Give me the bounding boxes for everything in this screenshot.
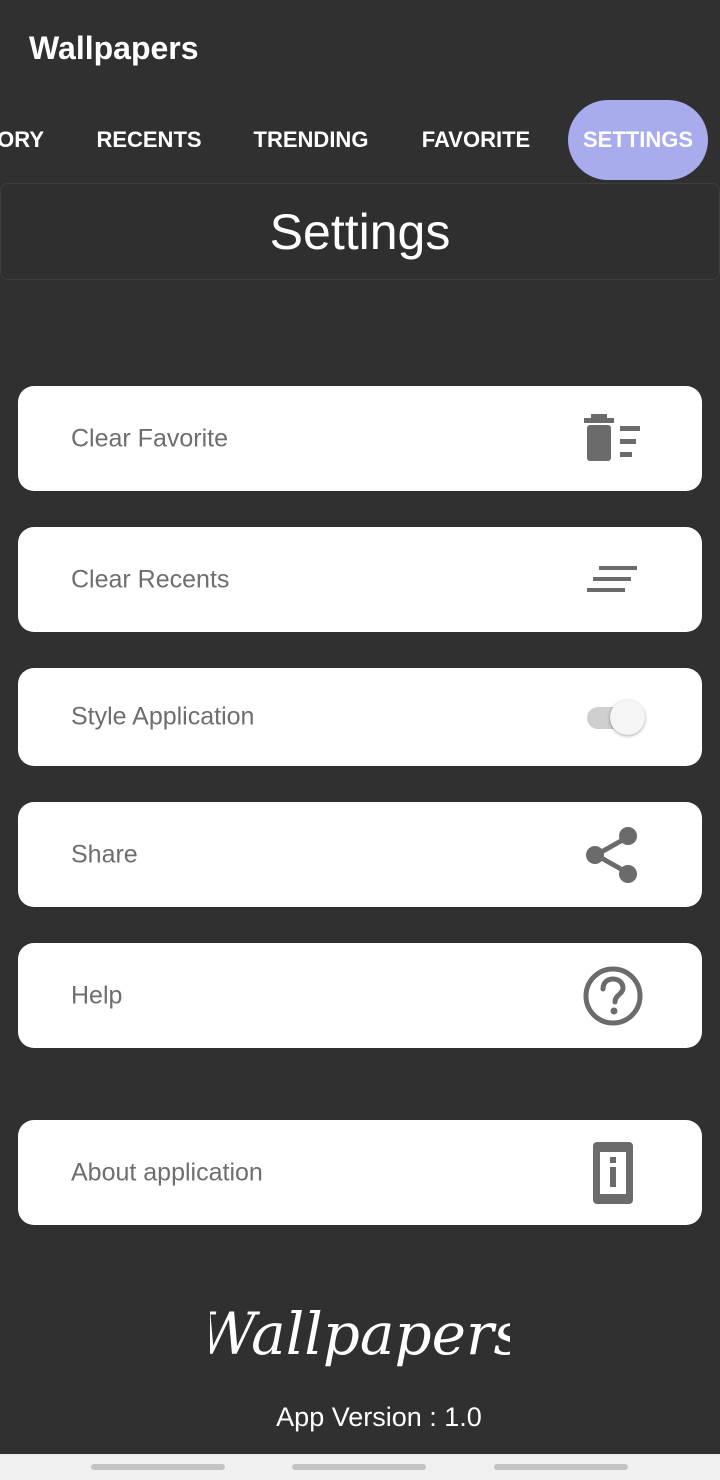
wallpapers-logo-art: Wallpapers [197,1300,524,1368]
help-button[interactable]: Help [18,943,702,1048]
tab-category[interactable]: ORY [0,100,44,180]
wallpapers-logo: Wallpapers [0,1290,720,1385]
about-application-button[interactable]: About application [18,1120,702,1225]
tab-bar: ORY RECENTS TRENDING FAVORITE SETTINGS [0,100,720,180]
style-application-label: Style Application [71,702,255,731]
tab-settings[interactable]: SETTINGS [568,100,708,180]
system-nav-bar [0,1454,720,1480]
app-title: Wallpapers [29,30,199,66]
style-application-toggle[interactable] [583,697,647,737]
about-application-label: About application [71,1158,263,1186]
clear-all-icon [580,547,646,613]
clear-favorite-label: Clear Favorite [71,424,228,452]
share-label: Share [71,840,138,868]
style-application-row: Style Application [18,668,702,766]
clear-recents-button[interactable]: Clear Recents [18,527,702,632]
svg-text:Wallpapers: Wallpapers [210,1300,510,1368]
page-title: Settings [269,203,451,260]
share-icon [580,822,646,888]
nav-back-handle[interactable] [91,1464,225,1470]
toggle-thumb [610,700,645,735]
clear-recents-label: Clear Recents [71,565,230,593]
tab-trending[interactable]: TRENDING [240,100,382,180]
help-circle-icon [580,963,646,1029]
share-button[interactable]: Share [18,802,702,907]
tab-recents[interactable]: RECENTS [84,100,214,180]
tab-favorite[interactable]: FAVORITE [408,100,544,180]
info-device-icon [580,1140,646,1206]
help-label: Help [71,981,123,1009]
settings-header: Settings [0,183,720,280]
clear-favorite-button[interactable]: Clear Favorite [18,386,702,491]
nav-home-handle[interactable] [292,1464,426,1470]
nav-recents-handle[interactable] [494,1464,628,1470]
delete-sweep-icon [580,406,646,472]
app-version: App Version : 1.0 [276,1402,482,1432]
